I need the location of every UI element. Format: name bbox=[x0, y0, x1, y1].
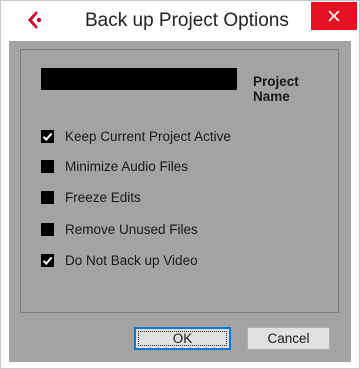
checkbox[interactable] bbox=[41, 253, 54, 267]
project-name-label: Project Name bbox=[253, 74, 299, 104]
project-name-field[interactable] bbox=[41, 68, 237, 90]
cubase-logo-icon bbox=[23, 8, 43, 32]
options-panel: Project Name Keep Current Project Active… bbox=[20, 49, 339, 313]
option-minimize-audio-files[interactable]: Minimize Audio Files bbox=[41, 156, 188, 176]
checkbox[interactable] bbox=[41, 222, 54, 236]
dialog-title: Back up Project Options bbox=[85, 10, 289, 31]
option-freeze-edits[interactable]: Freeze Edits bbox=[41, 187, 141, 207]
option-label: Minimize Audio Files bbox=[65, 158, 189, 174]
option-remove-unused-files[interactable]: Remove Unused Files bbox=[41, 219, 198, 239]
option-label: Keep Current Project Active bbox=[65, 128, 231, 144]
option-keep-current-project-active[interactable]: Keep Current Project Active bbox=[41, 126, 231, 146]
title-bar[interactable]: Back up Project Options bbox=[1, 1, 359, 41]
checkmark-icon bbox=[42, 132, 53, 141]
focus-rectangle bbox=[138, 331, 227, 346]
option-label: Freeze Edits bbox=[65, 189, 141, 205]
close-icon bbox=[328, 10, 340, 22]
option-do-not-back-up-video[interactable]: Do Not Back up Video bbox=[41, 250, 198, 270]
dialog-body: Project Name Keep Current Project Active… bbox=[9, 41, 351, 362]
checkbox[interactable] bbox=[41, 190, 54, 204]
option-label: Do Not Back up Video bbox=[65, 252, 198, 268]
checkmark-icon bbox=[42, 256, 53, 265]
option-label: Remove Unused Files bbox=[65, 221, 198, 237]
close-button[interactable] bbox=[311, 2, 357, 30]
cancel-button[interactable]: Cancel bbox=[247, 327, 330, 350]
checkbox[interactable] bbox=[41, 129, 54, 143]
backup-options-dialog: Back up Project Options Project Name Kee… bbox=[0, 0, 360, 369]
checkbox[interactable] bbox=[41, 159, 54, 173]
ok-button[interactable]: OK bbox=[134, 327, 231, 350]
cancel-button-label: Cancel bbox=[267, 331, 310, 346]
